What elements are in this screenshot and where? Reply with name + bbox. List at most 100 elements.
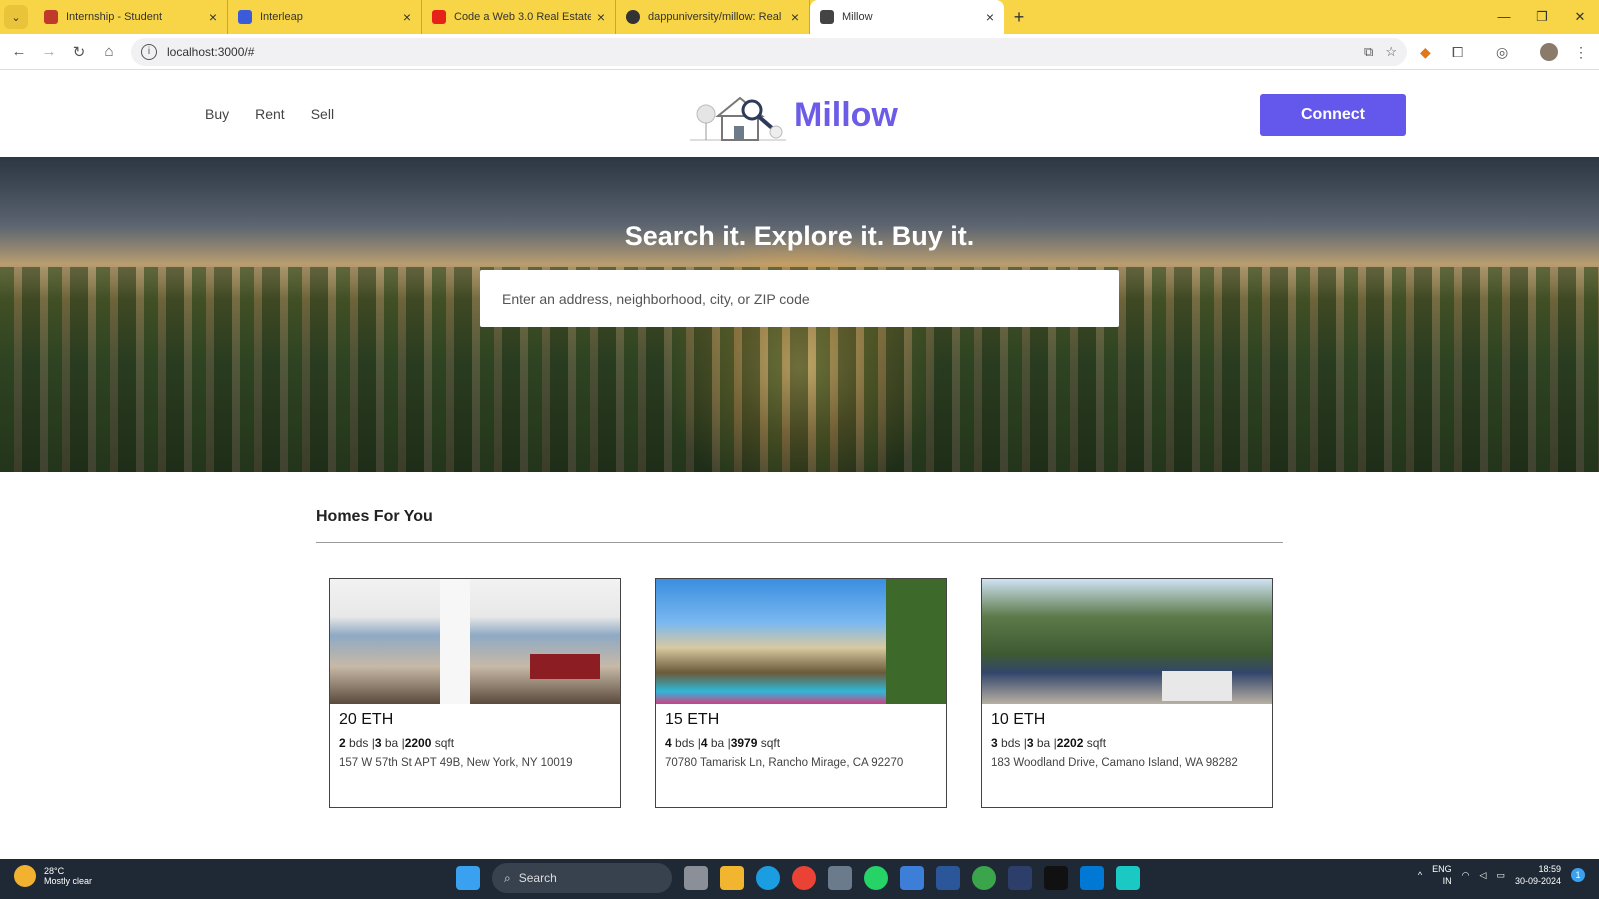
reload-icon[interactable]: ↻ [64, 43, 94, 61]
beds-count: 2 [339, 736, 346, 750]
price: 10 ETH [991, 711, 1046, 728]
interleap-icon [238, 10, 252, 24]
wifi-icon[interactable]: ◠ [1462, 870, 1470, 881]
millow-icon [820, 10, 834, 24]
close-icon[interactable]: × [597, 9, 605, 25]
address: 70780 Tamarisk Ln, Rancho Mirage, CA 922… [665, 757, 904, 769]
specs: 2 bds |3 ba |2200 sqft [339, 736, 455, 750]
close-icon[interactable]: × [791, 9, 799, 25]
taskbar-search-label: Search [518, 871, 557, 885]
minimize-icon[interactable]: — [1485, 0, 1523, 34]
tab-title: Code a Web 3.0 Real Estate App [454, 11, 591, 23]
site-info-icon[interactable]: i [141, 44, 157, 60]
install-icon[interactable]: ⧉ [1364, 44, 1373, 60]
edge-icon[interactable] [756, 866, 780, 890]
chrome-icon[interactable] [792, 866, 816, 890]
notification-badge[interactable]: 1 [1571, 868, 1585, 882]
nav-link-rent[interactable]: Rent [255, 106, 285, 122]
address-bar[interactable]: i localhost:3000/# ⧉ ☆ [131, 38, 1407, 66]
menu-kebab-icon[interactable]: ⋮ [1574, 38, 1588, 66]
hero-banner: Search it. Explore it. Buy it. [0, 157, 1599, 472]
baths-label: ba [710, 736, 725, 750]
app-header: Buy Rent Sell Millow Connect [0, 71, 1599, 157]
clock[interactable]: 18:59 30-09-2024 [1515, 863, 1561, 887]
metamask-icon[interactable]: ◆ [1420, 38, 1431, 66]
section-title: Homes For You [316, 508, 1283, 543]
tab-title: Internship - Student [66, 11, 163, 23]
address-text: localhost:3000/# [167, 45, 255, 59]
card-info: 15 ETH 4 bds |4 ba |3979 sqft 70780 Tama… [656, 704, 946, 776]
home-card[interactable]: 20 ETH 2 bds |3 ba |2200 sqft 157 W 57th… [329, 578, 621, 808]
close-icon[interactable]: × [209, 9, 217, 25]
youtube-icon [432, 10, 446, 24]
specs: 3 bds |3 ba |2202 sqft [991, 736, 1107, 750]
browser-tab[interactable]: Internship - Student × [34, 0, 228, 34]
nav-link-buy[interactable]: Buy [205, 106, 229, 122]
screenshot-icon[interactable]: ◎ [1496, 38, 1508, 66]
whatsapp-icon[interactable] [864, 866, 888, 890]
word-icon[interactable] [936, 866, 960, 890]
chevron-down-icon: ⌄ [11, 11, 21, 24]
sqft-count: 2200 [404, 736, 432, 750]
connect-button[interactable]: Connect [1260, 94, 1406, 136]
notepad-icon[interactable] [900, 866, 924, 890]
restore-icon[interactable]: ❐ [1523, 0, 1561, 34]
sqft-label: sqft [760, 736, 781, 750]
back-icon[interactable]: ← [4, 43, 34, 60]
browser-tab[interactable]: dappuniversity/millow: Real Est × [616, 0, 810, 34]
github-icon [626, 10, 640, 24]
tab-title: Interleap [260, 11, 303, 23]
home-photo [330, 579, 620, 704]
weather-icon [14, 865, 36, 887]
language-indicator[interactable]: ENG IN [1432, 863, 1452, 887]
chevron-up-icon[interactable]: ^ [1418, 870, 1422, 880]
shield-icon [44, 10, 58, 24]
beds-count: 4 [665, 736, 672, 750]
close-icon[interactable]: × [986, 9, 994, 25]
dev-tool-icon[interactable] [1008, 866, 1032, 890]
close-icon[interactable]: × [403, 9, 411, 25]
browser-toolbar: ← → ↻ ⌂ i localhost:3000/# ⧉ ☆ ◆ ⧠ ◎ ⋮ [0, 34, 1599, 70]
taskbar-search[interactable]: ⌕ Search [492, 863, 672, 893]
windows-start-icon[interactable] [456, 866, 480, 890]
homes-section: Homes For You 20 ETH 2 bds |3 ba |2200 s… [316, 508, 1283, 808]
browser-tab-active[interactable]: Millow × [810, 0, 1004, 34]
close-window-icon[interactable]: ✕ [1561, 0, 1599, 34]
new-tab-button[interactable]: + [1004, 7, 1034, 28]
brand-logo[interactable]: Millow [690, 86, 898, 144]
home-icon[interactable]: ⌂ [94, 43, 124, 60]
terminal-icon[interactable] [1044, 866, 1068, 890]
forward-icon[interactable]: → [34, 43, 64, 60]
region-code: IN [1442, 876, 1452, 886]
weather-widget[interactable]: 28°C Mostly clear [14, 865, 92, 887]
nav-links: Buy Rent Sell [205, 106, 334, 122]
tab-title: dappuniversity/millow: Real Est [648, 11, 785, 23]
avatar[interactable] [1540, 38, 1558, 66]
browser-tab[interactable]: Code a Web 3.0 Real Estate App × [422, 0, 616, 34]
price: 15 ETH [665, 711, 720, 728]
battery-icon[interactable]: ▭ [1496, 870, 1505, 881]
baths-count: 3 [1026, 736, 1034, 750]
address: 157 W 57th St APT 49B, New York, NY 1001… [339, 757, 573, 769]
bookmark-star-icon[interactable]: ☆ [1385, 44, 1397, 60]
app-icon[interactable] [972, 866, 996, 890]
settings-icon[interactable] [828, 866, 852, 890]
extensions-icon[interactable]: ⧠ [1452, 38, 1463, 66]
sqft-count: 3979 [730, 736, 758, 750]
browser-tab[interactable]: Interleap × [228, 0, 422, 34]
tab-title: Millow [842, 11, 873, 23]
file-explorer-icon[interactable] [720, 866, 744, 890]
card-info: 20 ETH 2 bds |3 ba |2200 sqft 157 W 57th… [330, 704, 620, 776]
tab-search-button[interactable]: ⌄ [4, 5, 28, 29]
vscode-icon[interactable] [1080, 866, 1104, 890]
speaker-icon[interactable]: ◁ [1480, 870, 1487, 881]
nav-link-sell[interactable]: Sell [311, 106, 334, 122]
search-input[interactable] [480, 270, 1119, 327]
home-card[interactable]: 10 ETH 3 bds |3 ba |2202 sqft 183 Woodla… [981, 578, 1273, 808]
baths-count: 4 [700, 736, 708, 750]
task-view-icon[interactable] [684, 866, 708, 890]
app-cube-icon[interactable] [1116, 866, 1140, 890]
sqft-label: sqft [434, 736, 455, 750]
hero-headline: Search it. Explore it. Buy it. [624, 221, 975, 251]
home-card[interactable]: 15 ETH 4 bds |4 ba |3979 sqft 70780 Tama… [655, 578, 947, 808]
